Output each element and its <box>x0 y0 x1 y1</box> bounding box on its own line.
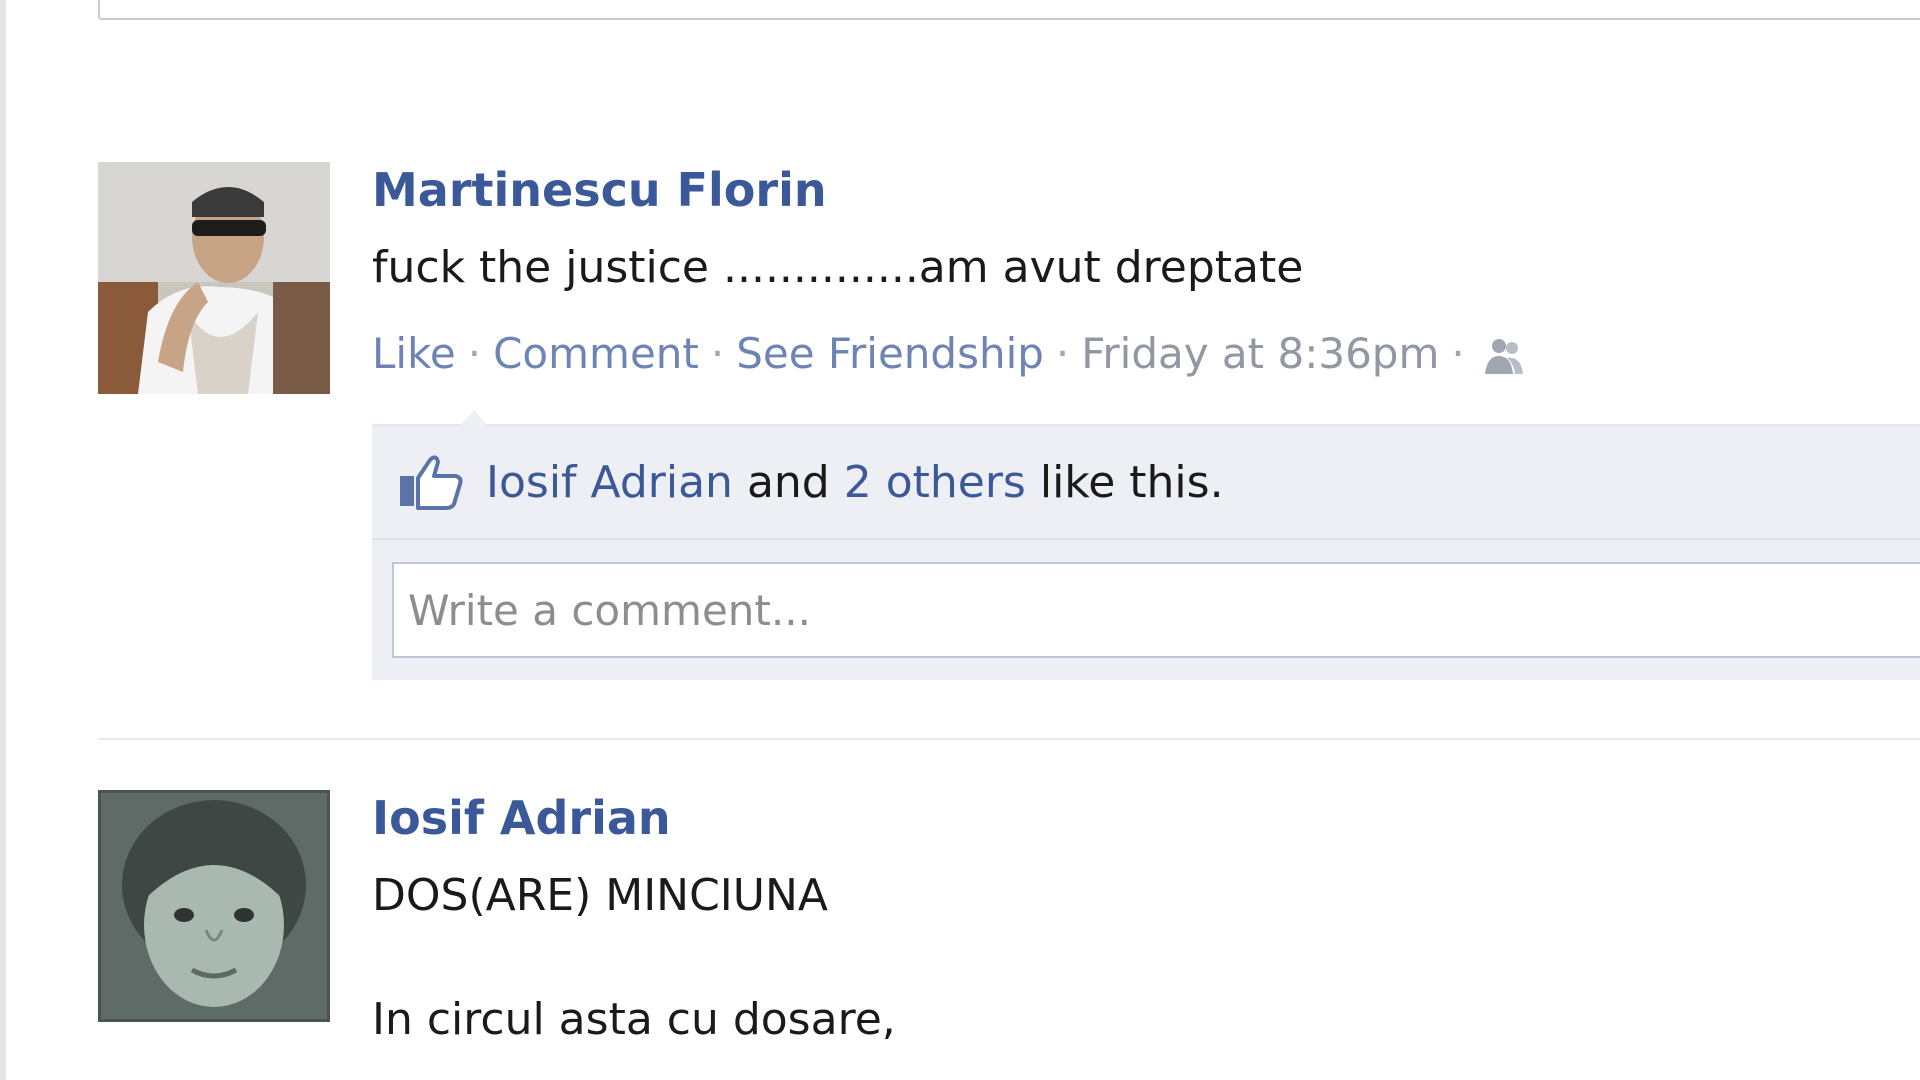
post-divider <box>98 738 1920 740</box>
comment-link[interactable]: Comment <box>493 329 699 378</box>
avatar[interactable] <box>98 162 330 394</box>
avatar-photo <box>98 162 330 394</box>
feedback-notch <box>460 410 488 426</box>
like-link[interactable]: Like <box>372 329 456 378</box>
post-message: DOS(ARE) MINCIUNA In circul asta cu dosa… <box>372 866 1920 1050</box>
see-friendship-link[interactable]: See Friendship <box>736 329 1044 378</box>
others-link[interactable]: 2 others <box>844 457 1026 508</box>
poem-line: In circul asta cu dosare, <box>372 994 896 1045</box>
post-author-link[interactable]: Iosif Adrian <box>372 788 1920 848</box>
liker-name-link[interactable]: Iosif Adrian <box>486 457 733 508</box>
feedback-box: Iosif Adrian and 2 others like this. <box>372 410 1920 680</box>
page: Martinescu Florin fuck the justice .....… <box>0 0 1920 1080</box>
likes-summary: Iosif Adrian and 2 others like this. <box>372 426 1920 540</box>
post-message-title: DOS(ARE) MINCIUNA <box>372 870 829 921</box>
left-border <box>0 0 6 1080</box>
post-timestamp[interactable]: Friday at 8:36pm <box>1081 329 1439 378</box>
post-author-link[interactable]: Martinescu Florin <box>372 160 1920 220</box>
separator: · <box>1451 329 1465 378</box>
composer-box-edge[interactable] <box>98 0 1920 20</box>
avatar-photo <box>98 790 330 1022</box>
separator: · <box>467 329 482 378</box>
post-actions: Like · Comment · See Friendship · Friday at 8:… <box>372 324 1920 384</box>
post-body: Martinescu Florin fuck the justice .....… <box>372 162 1920 384</box>
comment-input[interactable] <box>392 562 1920 658</box>
thumbs-up-icon <box>400 455 463 510</box>
likes-and-text: and <box>746 456 830 508</box>
avatar[interactable] <box>98 790 330 1022</box>
separator: · <box>1055 329 1070 378</box>
likes-suffix: like this. <box>1039 456 1224 508</box>
friends-icon[interactable] <box>1481 334 1527 380</box>
separator: · <box>710 329 725 378</box>
post-message: fuck the justice ..............am avut d… <box>372 242 1304 293</box>
post-body: Iosif Adrian DOS(ARE) MINCIUNA In circul… <box>372 790 1920 1050</box>
comment-row <box>372 540 1920 680</box>
